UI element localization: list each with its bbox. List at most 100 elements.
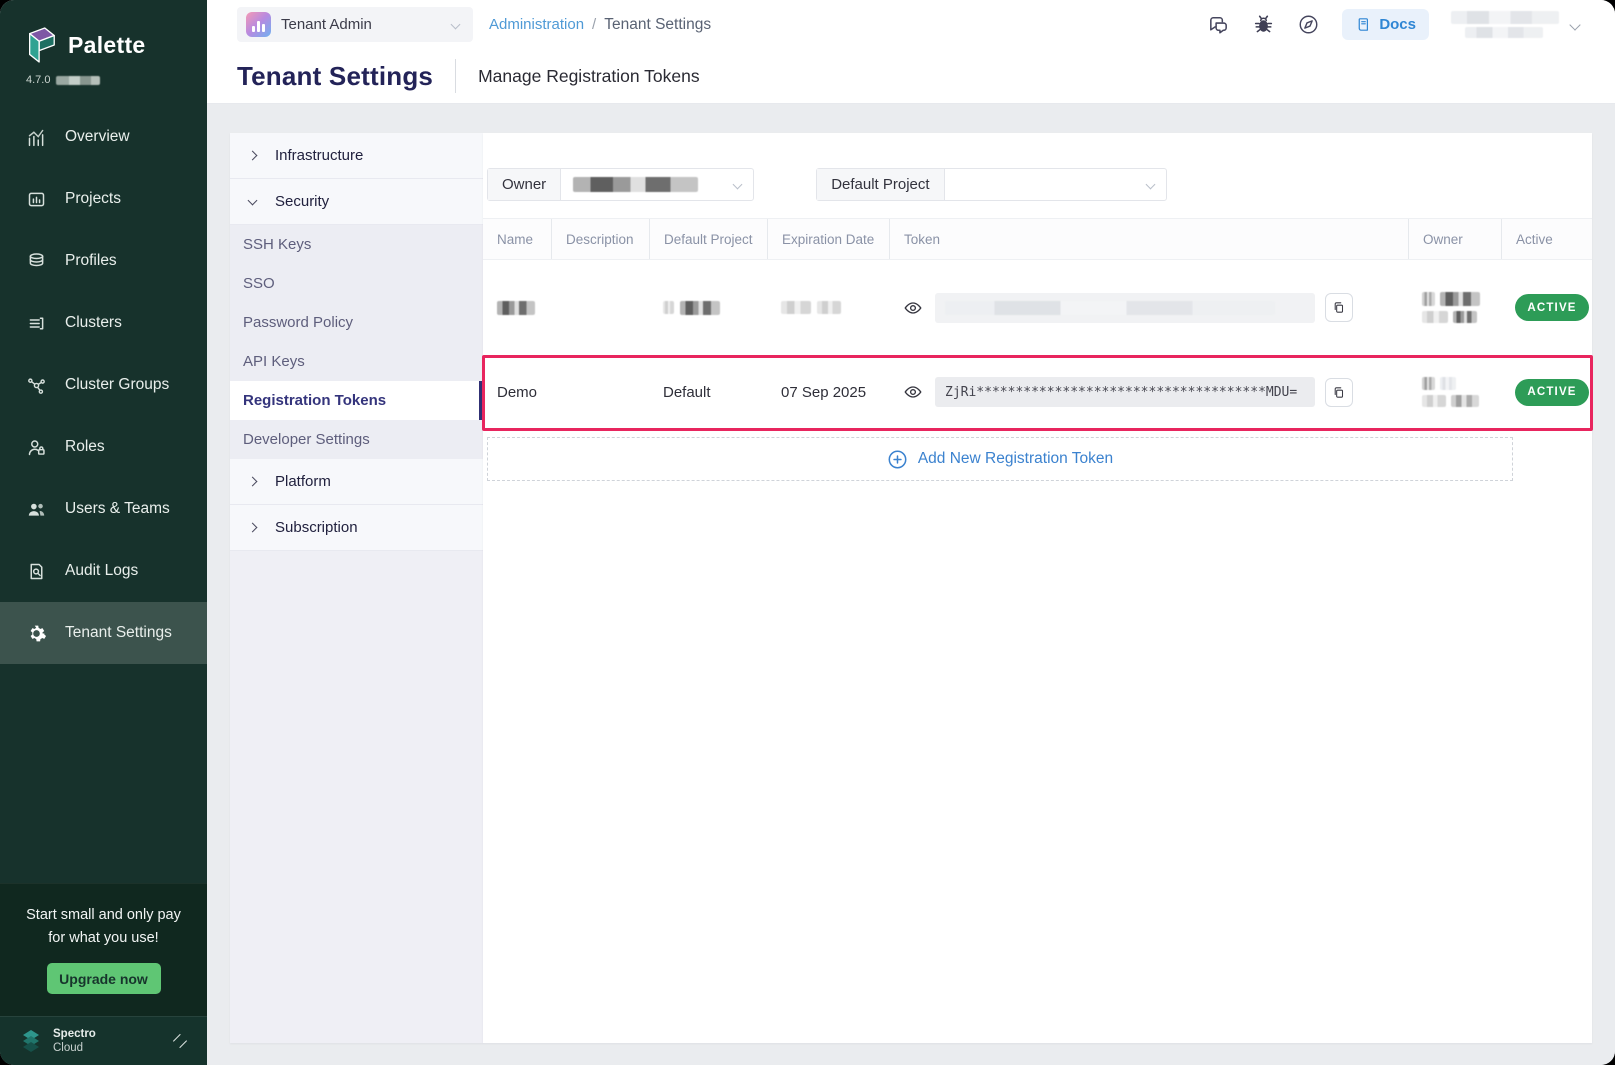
cell-expiration-date: 07 Sep 2025 <box>767 356 889 428</box>
gear-icon <box>26 623 47 644</box>
cell-name-redacted <box>483 260 551 355</box>
column-header-owner: Owner <box>1408 219 1501 259</box>
sidebar-item-label: Audit Logs <box>65 562 138 580</box>
page-title: Tenant Settings <box>237 61 433 92</box>
docs-button[interactable]: Docs <box>1342 9 1429 40</box>
cell-token: ZjRi************************************… <box>889 356 1408 428</box>
settings-nav-item-api-keys[interactable]: API Keys <box>230 342 483 381</box>
default-project-filter-select[interactable] <box>945 169 1166 200</box>
accordion-security[interactable]: Security <box>230 179 483 225</box>
cell-owner-redacted <box>1408 356 1501 428</box>
accordion-infrastructure[interactable]: Infrastructure <box>230 133 483 179</box>
settings-nav: Infrastructure Security SSH Keys SSO Pas… <box>230 133 483 1043</box>
scope-selector[interactable]: Tenant Admin <box>237 7 473 42</box>
tokens-table: Name Description Default Project Expirat… <box>483 218 1592 429</box>
sidebar-item-profiles[interactable]: Profiles <box>0 230 207 292</box>
upgrade-now-button[interactable]: Upgrade now <box>47 963 161 994</box>
accordion-label: Platform <box>275 473 331 490</box>
app-version: 4.7.0 <box>0 66 207 86</box>
sidebar-item-label: Roles <box>65 438 105 456</box>
topbar-actions: Docs <box>1207 9 1579 40</box>
sidebar-item-overview[interactable]: Overview <box>0 106 207 168</box>
status-badge: ACTIVE <box>1515 379 1589 406</box>
chat-icon[interactable] <box>1207 13 1230 36</box>
chevron-left-icon[interactable] <box>173 1034 187 1048</box>
chevron-right-icon <box>248 477 258 487</box>
chevron-right-icon <box>248 523 258 533</box>
cell-default-project-redacted <box>649 260 767 355</box>
scope-label: Tenant Admin <box>281 16 442 33</box>
owner-filter: Owner <box>487 168 754 201</box>
breadcrumb-administration[interactable]: Administration <box>489 16 584 33</box>
sidebar-item-tenant-settings[interactable]: Tenant Settings <box>0 602 207 664</box>
status-badge: ACTIVE <box>1515 294 1589 321</box>
table-row[interactable]: Demo Default 07 Sep 2025 ZjRi***********… <box>483 356 1592 429</box>
owner-filter-select[interactable] <box>561 169 753 200</box>
chevron-down-icon <box>733 180 743 190</box>
sidebar-item-clusters[interactable]: Clusters <box>0 292 207 354</box>
settings-nav-item-sso[interactable]: SSO <box>230 264 483 303</box>
audit-logs-icon <box>26 561 47 582</box>
footer-brand: Spectro Cloud <box>53 1027 96 1056</box>
column-header-active: Active <box>1501 219 1592 259</box>
compass-icon[interactable] <box>1297 13 1320 36</box>
cell-default-project: Default <box>649 356 767 428</box>
user-menu[interactable] <box>1451 11 1579 38</box>
copy-icon[interactable] <box>1325 293 1353 322</box>
cell-token <box>889 260 1408 355</box>
chevron-down-icon <box>1569 19 1580 30</box>
column-header-default-project: Default Project <box>649 219 767 259</box>
user-name-redacted <box>1451 11 1559 38</box>
default-project-filter: Default Project <box>816 168 1166 201</box>
sidebar-item-label: Overview <box>65 128 130 146</box>
cell-description <box>551 356 649 428</box>
title-divider <box>455 59 456 93</box>
settings-nav-item-registration-tokens[interactable]: Registration Tokens <box>230 381 483 420</box>
cell-active: ACTIVE <box>1501 260 1592 355</box>
topbar-row-2: Tenant Settings Manage Registration Toke… <box>207 49 1615 103</box>
sidebar-item-users-teams[interactable]: Users & Teams <box>0 478 207 540</box>
sidebar-nav: Overview Projects Profiles Clusters Clus… <box>0 106 207 664</box>
column-header-token: Token <box>889 219 1408 259</box>
breadcrumb-tenant-settings: Tenant Settings <box>604 16 711 34</box>
settings-nav-item-ssh-keys[interactable]: SSH Keys <box>230 225 483 264</box>
accordion-subscription[interactable]: Subscription <box>230 505 483 551</box>
clusters-icon <box>26 313 47 334</box>
eye-icon[interactable] <box>903 298 923 318</box>
sidebar-item-label: Cluster Groups <box>65 376 169 394</box>
breadcrumb-separator: / <box>592 16 596 33</box>
settings-nav-item-developer-settings[interactable]: Developer Settings <box>230 420 483 459</box>
default-project-filter-label: Default Project <box>817 169 944 200</box>
sidebar-footer: Spectro Cloud <box>0 1016 207 1065</box>
topbar-row-1: Tenant Admin Administration / Tenant Set… <box>207 0 1615 49</box>
owner-filter-value-redacted <box>573 177 698 192</box>
app-window: Palette 4.7.0 Overview Projects Profiles… <box>0 0 1615 1065</box>
accordion-platform[interactable]: Platform <box>230 459 483 505</box>
brand-logo-row: Palette <box>0 0 207 66</box>
registration-tokens-panel: Owner Default Project Name <box>483 133 1592 1043</box>
breadcrumb: Administration / Tenant Settings <box>489 16 711 34</box>
brand-name: Palette <box>68 32 146 59</box>
sidebar-item-label: Clusters <box>65 314 122 332</box>
add-registration-token-row[interactable]: Add New Registration Token <box>487 437 1513 481</box>
sidebar-item-audit-logs[interactable]: Audit Logs <box>0 540 207 602</box>
upsell-text: Start small and only pay for what you us… <box>16 904 191 949</box>
eye-icon[interactable] <box>903 382 923 402</box>
cell-expiration-redacted <box>767 260 889 355</box>
add-registration-token-label: Add New Registration Token <box>918 450 1113 468</box>
book-icon <box>1355 16 1372 33</box>
bug-icon[interactable] <box>1252 13 1275 36</box>
table-row[interactable]: ACTIVE <box>483 260 1592 356</box>
accordion-label: Subscription <box>275 519 358 536</box>
cell-active: ACTIVE <box>1501 356 1592 428</box>
sidebar-item-cluster-groups[interactable]: Cluster Groups <box>0 354 207 416</box>
cluster-groups-icon <box>26 375 47 396</box>
sidebar-item-roles[interactable]: Roles <box>0 416 207 478</box>
sidebar-item-projects[interactable]: Projects <box>0 168 207 230</box>
column-header-expiration-date: Expiration Date <box>767 219 889 259</box>
settings-nav-item-password-policy[interactable]: Password Policy <box>230 303 483 342</box>
page-subtitle: Manage Registration Tokens <box>478 66 699 87</box>
copy-icon[interactable] <box>1325 378 1353 407</box>
sidebar-item-label: Users & Teams <box>65 500 170 518</box>
profiles-icon <box>26 251 47 272</box>
